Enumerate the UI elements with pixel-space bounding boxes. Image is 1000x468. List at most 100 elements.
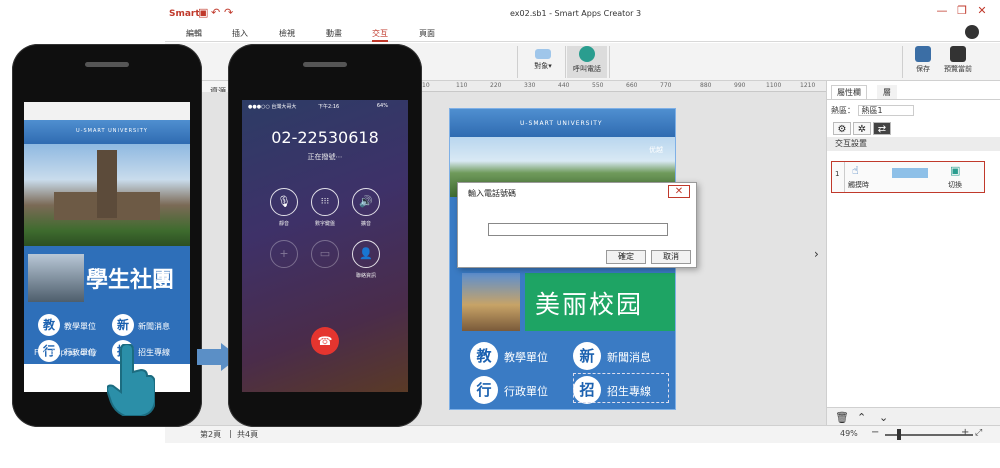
tab-layers[interactable]: 層 (877, 85, 897, 99)
object-dropdown[interactable]: 對象▾ (523, 46, 563, 78)
interaction-row[interactable]: 1 ☝ 觸摸時 ▣ 切換 (831, 161, 985, 193)
news-icon[interactable]: 新 (573, 342, 601, 370)
chevron-right-icon[interactable]: › (814, 247, 819, 261)
teaching-unit-icon[interactable]: 教 (470, 342, 498, 370)
restore-icon[interactable]: ❐ (952, 3, 972, 19)
battery-label: 64% (376, 103, 388, 109)
user-icon[interactable] (965, 25, 979, 39)
phone1-header-band: U-SMART UNIVERSITY (24, 120, 190, 144)
cancel-button[interactable]: 取消 (651, 250, 691, 264)
object-icon (535, 49, 551, 59)
interaction-settings-header: 交互設置 (827, 137, 1000, 151)
speaker-icon[interactable]: 🔊 (352, 188, 380, 216)
settings-wheel-icon[interactable]: ✲ (853, 122, 871, 135)
admin-unit-icon[interactable]: 行 (470, 376, 498, 404)
app-root: 資源 Smart ▣ ↶ ↷ ex02.sb1 - Smart Apps Cre… (0, 0, 1000, 468)
undo-icon[interactable]: ↶ (211, 7, 223, 19)
clock-label: 下午2:16 (318, 104, 340, 110)
ruler-number: 770 (660, 82, 672, 89)
phone1-band-text: U-SMART UNIVERSITY (76, 128, 148, 134)
call-state: 正在撥號⋯ (307, 153, 343, 161)
ruler-number: 330 (524, 82, 536, 89)
redo-icon[interactable]: ↷ (224, 7, 236, 19)
zoom-out-icon[interactable]: − (871, 427, 879, 438)
display-only-watermark: For display only (34, 348, 97, 357)
ruler-number: 1210 (800, 82, 816, 89)
teaching-unit-label[interactable]: 教學單位 (504, 349, 548, 365)
interaction-icon[interactable]: ⇄ (873, 122, 891, 135)
dialed-number: 02-22530618 (271, 128, 379, 147)
row-divider (844, 162, 845, 192)
touch-icon: ☝ (852, 164, 859, 177)
ok-button[interactable]: 確定 (606, 250, 646, 264)
menu-bar: 編輯 插入 檢視 動畫 交互 頁面 (165, 25, 1000, 42)
horizontal-ruler: 10 110 220 330 440 550 660 770 880 990 1… (420, 81, 826, 92)
flow-arrow-body (197, 349, 221, 365)
ruler-number: 990 (734, 82, 746, 89)
fit-screen-icon[interactable]: ⤢ (975, 428, 982, 438)
page-title: 美丽校园 (535, 290, 644, 319)
window-title: ex02.sb1 - Smart Apps Creator 3 (510, 9, 642, 18)
zoom-level: 49% (840, 429, 858, 438)
preview-button[interactable]: 預覽當前 (941, 46, 975, 78)
menu-interaction[interactable]: 交互 (372, 28, 388, 42)
phone1-title: 學生社團 (86, 268, 175, 293)
ruler-number: 10 (422, 82, 430, 89)
ruler-number: 220 (490, 82, 502, 89)
gear-icon[interactable]: ⚙ (833, 122, 851, 135)
call-phone-button[interactable]: 呼叫電話 (567, 46, 607, 78)
video-call-icon[interactable]: ▭ (311, 240, 339, 268)
floppy-icon (915, 46, 931, 62)
close-icon[interactable]: ✕ (972, 3, 992, 19)
speaker-label: 擴音 (360, 221, 371, 227)
tab-properties[interactable]: 屬性欄 (831, 85, 867, 99)
properties-panel: 屬性欄 層 熱區： 熱區1 ⚙ ✲ ⇄ 交互設置 1 ☝ 觸摸時 ▣ 切換 🗑 … (826, 81, 1000, 425)
keypad-icon[interactable]: ⁝⁝⁝ (311, 188, 339, 216)
preview-label: 預覽當前 (944, 65, 972, 73)
menu-view[interactable]: 檢視 (279, 28, 295, 39)
page-separator: | (229, 429, 232, 438)
menu-page[interactable]: 頁面 (419, 28, 435, 39)
menu-animation[interactable]: 動畫 (326, 28, 342, 39)
phone2-screen: ●●●○○ 台灣大哥大 下午2:16 64% 02-22530618 正在撥號⋯… (242, 100, 408, 392)
page-header-band: U-SMART UNIVERSITY (450, 109, 675, 137)
phone-icon (579, 46, 595, 62)
admin-unit-label[interactable]: 行政單位 (504, 383, 548, 399)
phone-number-input[interactable] (488, 223, 668, 236)
app-logo: Smart (169, 9, 200, 19)
save-icon[interactable]: ▣ (198, 7, 210, 19)
end-call-icon[interactable]: ☎ (311, 327, 339, 355)
zoom-slider-thumb[interactable] (897, 429, 901, 440)
ruler-number: 880 (700, 82, 712, 89)
chevron-up-icon[interactable]: ⌃ (857, 411, 866, 424)
hotspot-selection[interactable] (573, 373, 669, 403)
ruler-number: 660 (626, 82, 638, 89)
mute-icon[interactable]: 🎙 (270, 188, 298, 216)
hotspot-name-field[interactable]: 熱區1 (857, 105, 914, 116)
chevron-down-icon[interactable]: ⌄ (879, 411, 888, 424)
phone1-news-icon[interactable]: 新 (112, 314, 134, 336)
news-label[interactable]: 新聞消息 (607, 349, 651, 365)
call-phone-label: 呼叫電話 (573, 65, 601, 73)
add-call-icon[interactable]: + (270, 240, 298, 268)
tap-hand-icon (107, 344, 155, 416)
contacts-icon[interactable]: 👤 (352, 240, 380, 268)
menu-edit[interactable]: 編輯 (186, 28, 202, 39)
interaction-index: 1 (835, 170, 840, 178)
ribbon-divider (902, 46, 903, 78)
phone1-news-label[interactable]: 新聞消息 (138, 321, 170, 332)
minimize-icon[interactable]: — (932, 3, 952, 19)
ribbon-divider (609, 46, 610, 78)
zoom-in-icon[interactable]: + (961, 427, 969, 438)
status-bar: 第2頁 | 共4頁 49% − + ⤢ (165, 425, 1000, 443)
trash-icon[interactable]: 🗑 (835, 411, 849, 424)
save-button[interactable]: 保存 (912, 46, 934, 78)
ribbon-divider (565, 46, 566, 78)
phone-mockup-2: ●●●○○ 台灣大哥大 下午2:16 64% 02-22530618 正在撥號⋯… (228, 44, 422, 427)
hotspot-label: 熱區： (831, 106, 855, 115)
dialog-close-icon[interactable]: ✕ (668, 185, 690, 198)
menu-insert[interactable]: 插入 (232, 28, 248, 39)
tab-divider (827, 99, 1000, 100)
phone1-teaching-label[interactable]: 教學單位 (64, 321, 96, 332)
phone1-teaching-icon[interactable]: 教 (38, 314, 60, 336)
